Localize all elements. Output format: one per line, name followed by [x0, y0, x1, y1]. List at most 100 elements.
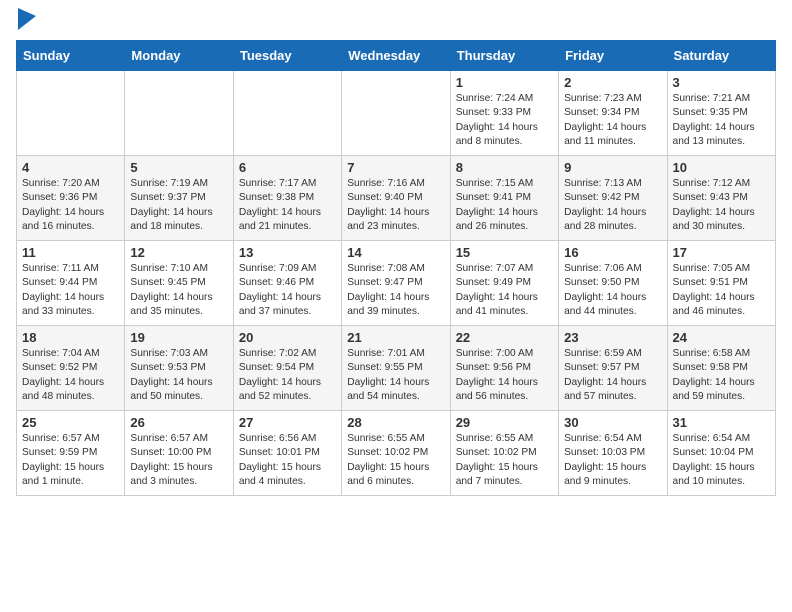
calendar-cell: 11 Sunrise: 7:11 AM Sunset: 9:44 PM Dayli…	[17, 241, 125, 326]
calendar-cell: 7 Sunrise: 7:16 AM Sunset: 9:40 PM Daylig…	[342, 156, 450, 241]
day-number: 15	[456, 245, 553, 260]
day-info: Sunrise: 7:00 AM Sunset: 9:56 PM Dayligh…	[456, 347, 553, 404]
calendar-cell	[233, 71, 341, 156]
col-header-wednesday: Wednesday	[342, 41, 450, 71]
day-number: 20	[239, 330, 336, 345]
day-number: 1	[456, 75, 553, 90]
day-info: Sunrise: 7:13 AM Sunset: 9:42 PM Dayligh…	[564, 177, 661, 234]
day-number: 5	[130, 160, 227, 175]
day-info: Sunrise: 7:07 AM Sunset: 9:49 PM Dayligh…	[456, 262, 553, 319]
day-info: Sunrise: 7:09 AM Sunset: 9:46 PM Dayligh…	[239, 262, 336, 319]
col-header-thursday: Thursday	[450, 41, 558, 71]
calendar-cell: 8Sunrise: 7:15 AM Sunset: 9:41 PM Daylig…	[450, 156, 558, 241]
day-number: 4	[22, 160, 119, 175]
day-number: 14	[347, 245, 444, 260]
calendar-cell: 15 Sunrise: 7:07 AM Sunset: 9:49 PM Dayli…	[450, 241, 558, 326]
calendar-cell: 31 Sunrise: 6:54 AM Sunset: 10:04 PM Dayl…	[667, 411, 775, 496]
calendar-cell: 5 Sunrise: 7:19 AM Sunset: 9:37 PM Daylig…	[125, 156, 233, 241]
day-info: Sunrise: 6:54 AM Sunset: 10:04 PM Daylig…	[673, 432, 770, 489]
day-number: 10	[673, 160, 770, 175]
logo-icon	[18, 8, 36, 30]
calendar-cell: 12Sunrise: 7:10 AM Sunset: 9:45 PM Dayli…	[125, 241, 233, 326]
day-info: Sunrise: 6:57 AM Sunset: 9:59 PM Dayligh…	[22, 432, 119, 489]
week-row-4: 18Sunrise: 7:04 AM Sunset: 9:52 PM Dayli…	[17, 326, 776, 411]
calendar-cell	[342, 71, 450, 156]
calendar-cell: 27Sunrise: 6:56 AM Sunset: 10:01 PM Dayl…	[233, 411, 341, 496]
day-number: 19	[130, 330, 227, 345]
calendar-cell: 10 Sunrise: 7:12 AM Sunset: 9:43 PM Dayli…	[667, 156, 775, 241]
calendar-cell: 13 Sunrise: 7:09 AM Sunset: 9:46 PM Dayli…	[233, 241, 341, 326]
day-number: 11	[22, 245, 119, 260]
col-header-sunday: Sunday	[17, 41, 125, 71]
calendar-cell	[125, 71, 233, 156]
calendar-cell: 14 Sunrise: 7:08 AM Sunset: 9:47 PM Dayli…	[342, 241, 450, 326]
day-info: Sunrise: 6:59 AM Sunset: 9:57 PM Dayligh…	[564, 347, 661, 404]
day-info: Sunrise: 7:12 AM Sunset: 9:43 PM Dayligh…	[673, 177, 770, 234]
day-number: 30	[564, 415, 661, 430]
week-row-1: 1Sunrise: 7:24 AM Sunset: 9:33 PM Daylig…	[17, 71, 776, 156]
day-number: 21	[347, 330, 444, 345]
day-number: 31	[673, 415, 770, 430]
calendar-cell: 6 Sunrise: 7:17 AM Sunset: 9:38 PM Daylig…	[233, 156, 341, 241]
day-info: Sunrise: 6:55 AM Sunset: 10:02 PM Daylig…	[347, 432, 444, 489]
day-number: 9	[564, 160, 661, 175]
calendar-cell: 3 Sunrise: 7:21 AM Sunset: 9:35 PM Daylig…	[667, 71, 775, 156]
day-info: Sunrise: 7:15 AM Sunset: 9:41 PM Dayligh…	[456, 177, 553, 234]
logo	[16, 16, 36, 30]
calendar-cell: 22 Sunrise: 7:00 AM Sunset: 9:56 PM Dayli…	[450, 326, 558, 411]
calendar-cell: 28 Sunrise: 6:55 AM Sunset: 10:02 PM Dayl…	[342, 411, 450, 496]
day-number: 28	[347, 415, 444, 430]
day-number: 12	[130, 245, 227, 260]
day-info: Sunrise: 7:23 AM Sunset: 9:34 PM Dayligh…	[564, 92, 661, 149]
calendar-cell: 9 Sunrise: 7:13 AM Sunset: 9:42 PM Daylig…	[559, 156, 667, 241]
col-header-monday: Monday	[125, 41, 233, 71]
day-number: 13	[239, 245, 336, 260]
day-info: Sunrise: 7:17 AM Sunset: 9:38 PM Dayligh…	[239, 177, 336, 234]
calendar-cell: 4 Sunrise: 7:20 AM Sunset: 9:36 PM Daylig…	[17, 156, 125, 241]
day-number: 23	[564, 330, 661, 345]
day-info: Sunrise: 7:21 AM Sunset: 9:35 PM Dayligh…	[673, 92, 770, 149]
day-info: Sunrise: 7:19 AM Sunset: 9:37 PM Dayligh…	[130, 177, 227, 234]
day-info: Sunrise: 7:11 AM Sunset: 9:44 PM Dayligh…	[22, 262, 119, 319]
calendar-cell: 19 Sunrise: 7:03 AM Sunset: 9:53 PM Dayli…	[125, 326, 233, 411]
day-info: Sunrise: 6:57 AM Sunset: 10:00 PM Daylig…	[130, 432, 227, 489]
day-number: 17	[673, 245, 770, 260]
calendar-header-row: SundayMondayTuesdayWednesdayThursdayFrid…	[17, 41, 776, 71]
day-number: 7	[347, 160, 444, 175]
day-info: Sunrise: 7:01 AM Sunset: 9:55 PM Dayligh…	[347, 347, 444, 404]
day-info: Sunrise: 7:05 AM Sunset: 9:51 PM Dayligh…	[673, 262, 770, 319]
week-row-3: 11 Sunrise: 7:11 AM Sunset: 9:44 PM Dayli…	[17, 241, 776, 326]
day-info: Sunrise: 7:16 AM Sunset: 9:40 PM Dayligh…	[347, 177, 444, 234]
day-info: Sunrise: 7:03 AM Sunset: 9:53 PM Dayligh…	[130, 347, 227, 404]
day-info: Sunrise: 6:56 AM Sunset: 10:01 PM Daylig…	[239, 432, 336, 489]
day-number: 3	[673, 75, 770, 90]
day-number: 25	[22, 415, 119, 430]
col-header-friday: Friday	[559, 41, 667, 71]
calendar-cell: 23 Sunrise: 6:59 AM Sunset: 9:57 PM Dayli…	[559, 326, 667, 411]
calendar-cell: 29Sunrise: 6:55 AM Sunset: 10:02 PM Dayl…	[450, 411, 558, 496]
calendar-cell: 17 Sunrise: 7:05 AM Sunset: 9:51 PM Dayli…	[667, 241, 775, 326]
calendar-cell: 26 Sunrise: 6:57 AM Sunset: 10:00 PM Dayl…	[125, 411, 233, 496]
day-info: Sunrise: 6:54 AM Sunset: 10:03 PM Daylig…	[564, 432, 661, 489]
calendar-cell: 24Sunrise: 6:58 AM Sunset: 9:58 PM Dayli…	[667, 326, 775, 411]
day-info: Sunrise: 7:06 AM Sunset: 9:50 PM Dayligh…	[564, 262, 661, 319]
day-number: 18	[22, 330, 119, 345]
day-info: Sunrise: 7:08 AM Sunset: 9:47 PM Dayligh…	[347, 262, 444, 319]
calendar-cell: 2 Sunrise: 7:23 AM Sunset: 9:34 PM Daylig…	[559, 71, 667, 156]
day-number: 26	[130, 415, 227, 430]
calendar-table: SundayMondayTuesdayWednesdayThursdayFrid…	[16, 40, 776, 496]
logo-text	[16, 16, 36, 30]
calendar-cell: 18Sunrise: 7:04 AM Sunset: 9:52 PM Dayli…	[17, 326, 125, 411]
day-info: Sunrise: 6:55 AM Sunset: 10:02 PM Daylig…	[456, 432, 553, 489]
calendar-cell: 25 Sunrise: 6:57 AM Sunset: 9:59 PM Dayli…	[17, 411, 125, 496]
calendar-cell: 16Sunrise: 7:06 AM Sunset: 9:50 PM Dayli…	[559, 241, 667, 326]
day-info: Sunrise: 7:02 AM Sunset: 9:54 PM Dayligh…	[239, 347, 336, 404]
col-header-saturday: Saturday	[667, 41, 775, 71]
day-number: 2	[564, 75, 661, 90]
day-info: Sunrise: 7:20 AM Sunset: 9:36 PM Dayligh…	[22, 177, 119, 234]
day-info: Sunrise: 6:58 AM Sunset: 9:58 PM Dayligh…	[673, 347, 770, 404]
day-number: 22	[456, 330, 553, 345]
calendar-cell: 20 Sunrise: 7:02 AM Sunset: 9:54 PM Dayli…	[233, 326, 341, 411]
day-number: 6	[239, 160, 336, 175]
calendar-cell: 21 Sunrise: 7:01 AM Sunset: 9:55 PM Dayli…	[342, 326, 450, 411]
